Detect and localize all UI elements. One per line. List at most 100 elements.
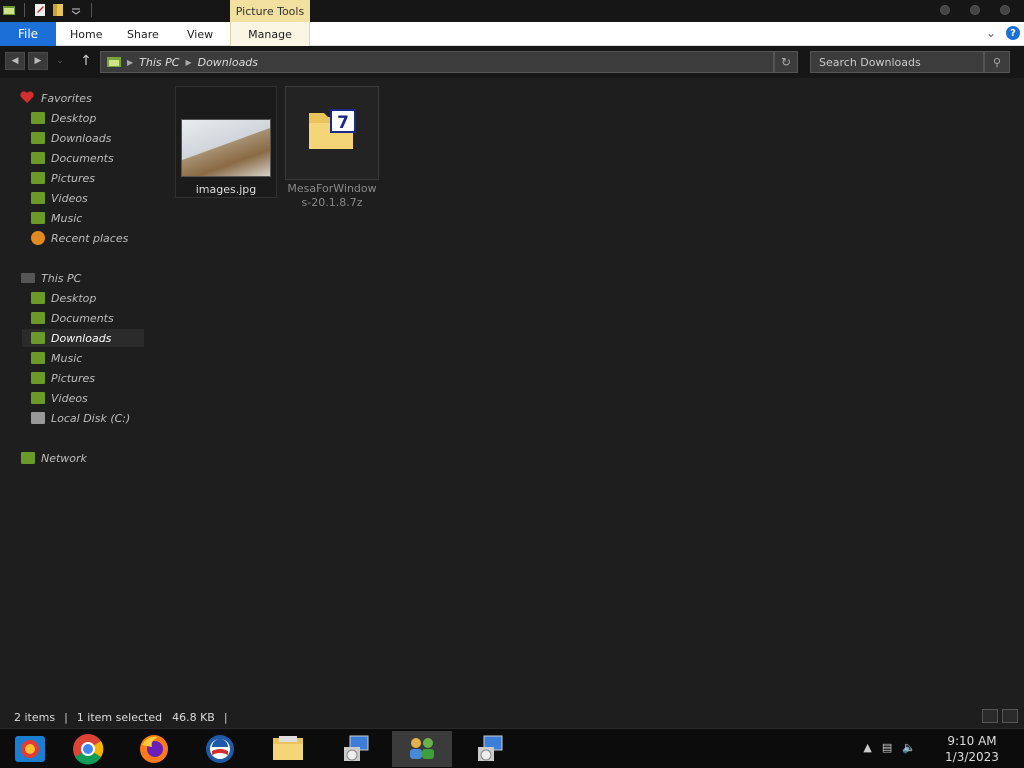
new-folder-icon[interactable] xyxy=(51,3,65,17)
status-bar: 2 items | 1 item selected 46.8 KB | xyxy=(0,706,1024,728)
selection-size: 46.8 KB xyxy=(172,710,215,724)
file-name-line2: s-20.1.8.7z xyxy=(301,196,363,209)
clock[interactable]: 9:10 AM 1/3/2023 xyxy=(940,733,1004,765)
file-item-images-jpg[interactable]: images.jpg xyxy=(175,86,277,198)
chrome-icon xyxy=(73,734,104,765)
installer-icon xyxy=(344,735,369,761)
drive-icon xyxy=(31,412,45,424)
ribbon-right-controls: ⌄ ? xyxy=(986,26,1020,40)
tab-file[interactable]: File xyxy=(0,22,56,46)
sidebar-item-pictures[interactable]: Pictures xyxy=(0,168,148,188)
quick-access-toolbar xyxy=(2,3,96,17)
taskbar-item-windows-store[interactable] xyxy=(0,731,60,767)
pictures-folder-icon xyxy=(31,172,45,184)
address-bar[interactable]: ▶ This PC ▶ Downloads xyxy=(100,51,774,73)
sidebar-item-pc-documents[interactable]: Documents xyxy=(0,308,148,328)
volume-icon[interactable]: 🔈 xyxy=(902,741,916,754)
properties-icon[interactable] xyxy=(33,3,47,17)
tab-share[interactable]: Share xyxy=(127,22,159,46)
firefox-icon xyxy=(140,735,168,763)
taskbar-item-installer[interactable] xyxy=(326,731,386,767)
sidebar-item-music[interactable]: Music xyxy=(0,208,148,228)
tab-manage[interactable]: Manage xyxy=(230,22,310,46)
status-divider: | xyxy=(64,710,68,724)
breadcrumb-chevron-icon[interactable]: ▶ xyxy=(127,58,133,67)
navigation-pane: Favorites Desktop Downloads Documents Pi… xyxy=(0,78,150,706)
breadcrumb-downloads[interactable]: Downloads xyxy=(198,56,258,69)
refresh-button[interactable]: ↻ xyxy=(774,51,798,73)
sidebar-item-this-pc[interactable]: This PC xyxy=(0,268,148,288)
expand-ribbon-icon[interactable]: ⌄ xyxy=(986,26,996,40)
sidebar-item-pc-downloads[interactable]: Downloads xyxy=(0,328,148,348)
sidebar-item-favorites[interactable]: Favorites xyxy=(0,88,148,108)
sidebar-item-label: Downloads xyxy=(51,331,112,345)
videos-folder-icon xyxy=(31,392,45,404)
taskbar-item-file-explorer[interactable] xyxy=(258,731,318,767)
explorer-icon[interactable] xyxy=(2,3,16,17)
file-list: images.jpg 7 MesaForWindow s-20.1.8.7z xyxy=(150,78,1024,706)
sidebar-item-label: Desktop xyxy=(51,111,97,125)
search-input[interactable]: Search Downloads xyxy=(810,51,984,73)
recent-places-icon xyxy=(31,231,45,245)
clock-time: 9:10 AM xyxy=(947,734,997,748)
qat-divider xyxy=(91,3,92,17)
taskbar-item-obama-app[interactable] xyxy=(190,731,250,767)
large-icons-view-button[interactable] xyxy=(1002,709,1018,723)
breadcrumb-chevron-icon[interactable]: ▶ xyxy=(185,58,191,67)
music-folder-icon xyxy=(31,212,45,224)
sidebar-item-label: Network xyxy=(41,451,87,465)
sidebar-item-pc-pictures[interactable]: Pictures xyxy=(0,368,148,388)
taskbar: ▲ ▤ 🔈 9:10 AM 1/3/2023 xyxy=(0,728,1024,768)
sidebar-item-label: Pictures xyxy=(51,371,96,385)
file-item-mesa-7z[interactable]: 7 MesaForWindow s-20.1.8.7z xyxy=(285,86,379,209)
videos-folder-icon xyxy=(31,192,45,204)
up-button[interactable]: ↑ xyxy=(78,52,94,70)
tab-view[interactable]: View xyxy=(187,22,213,46)
sidebar-item-label: Pictures xyxy=(51,171,96,185)
file-name: images.jpg xyxy=(195,183,257,196)
network-status-icon[interactable]: ▤ xyxy=(882,741,892,754)
details-view-button[interactable] xyxy=(982,709,998,723)
desktop-icon xyxy=(31,112,45,124)
minimize-button[interactable] xyxy=(940,5,950,15)
qat-divider xyxy=(24,3,25,17)
qat-dropdown-icon[interactable] xyxy=(69,3,83,17)
sidebar-item-label: Music xyxy=(51,351,83,365)
tab-home[interactable]: Home xyxy=(70,22,102,46)
desktop-icon xyxy=(31,292,45,304)
sidebar-item-pc-desktop[interactable]: Desktop xyxy=(0,288,148,308)
pictures-folder-icon xyxy=(31,372,45,384)
taskbar-item-chrome[interactable] xyxy=(58,731,118,767)
ribbon-tabs: File Home Share View Manage ⌄ ? xyxy=(0,22,1024,46)
search-icon[interactable]: ⚲ xyxy=(984,51,1010,73)
taskbar-item-network-people[interactable] xyxy=(392,731,452,767)
image-thumbnail xyxy=(181,119,271,177)
sidebar-item-label: Music xyxy=(51,211,83,225)
sidebar-item-videos[interactable]: Videos xyxy=(0,188,148,208)
clock-date: 1/3/2023 xyxy=(945,750,999,764)
taskbar-item-firefox[interactable] xyxy=(124,731,184,767)
show-hidden-icons-icon[interactable]: ▲ xyxy=(863,741,871,754)
sidebar-item-network[interactable]: Network xyxy=(0,448,148,468)
sidebar-item-local-disk[interactable]: Local Disk (C:) xyxy=(0,408,148,428)
sidebar-item-label: Documents xyxy=(51,311,114,325)
computer-icon xyxy=(21,273,35,283)
breadcrumb-this-pc[interactable]: This PC xyxy=(139,56,179,69)
downloads-folder-icon xyxy=(31,332,45,344)
sidebar-item-desktop[interactable]: Desktop xyxy=(0,108,148,128)
recent-locations-icon[interactable]: ⌄ xyxy=(52,52,68,70)
help-icon[interactable]: ? xyxy=(1006,26,1020,40)
back-button[interactable]: ◀ xyxy=(5,52,25,70)
sidebar-item-documents[interactable]: Documents xyxy=(0,148,148,168)
sidebar-item-label: Favorites xyxy=(41,91,92,105)
system-tray: ▲ ▤ 🔈 xyxy=(863,741,916,754)
maximize-button[interactable] xyxy=(970,5,980,15)
title-bar: Picture Tools xyxy=(0,0,1024,22)
close-button[interactable] xyxy=(1000,5,1010,15)
sidebar-item-recent-places[interactable]: Recent places xyxy=(0,228,148,248)
sidebar-item-pc-videos[interactable]: Videos xyxy=(0,388,148,408)
sidebar-item-pc-music[interactable]: Music xyxy=(0,348,148,368)
sidebar-item-downloads[interactable]: Downloads xyxy=(0,128,148,148)
taskbar-item-installer-2[interactable] xyxy=(460,731,520,767)
forward-button[interactable]: ▶ xyxy=(28,52,48,70)
